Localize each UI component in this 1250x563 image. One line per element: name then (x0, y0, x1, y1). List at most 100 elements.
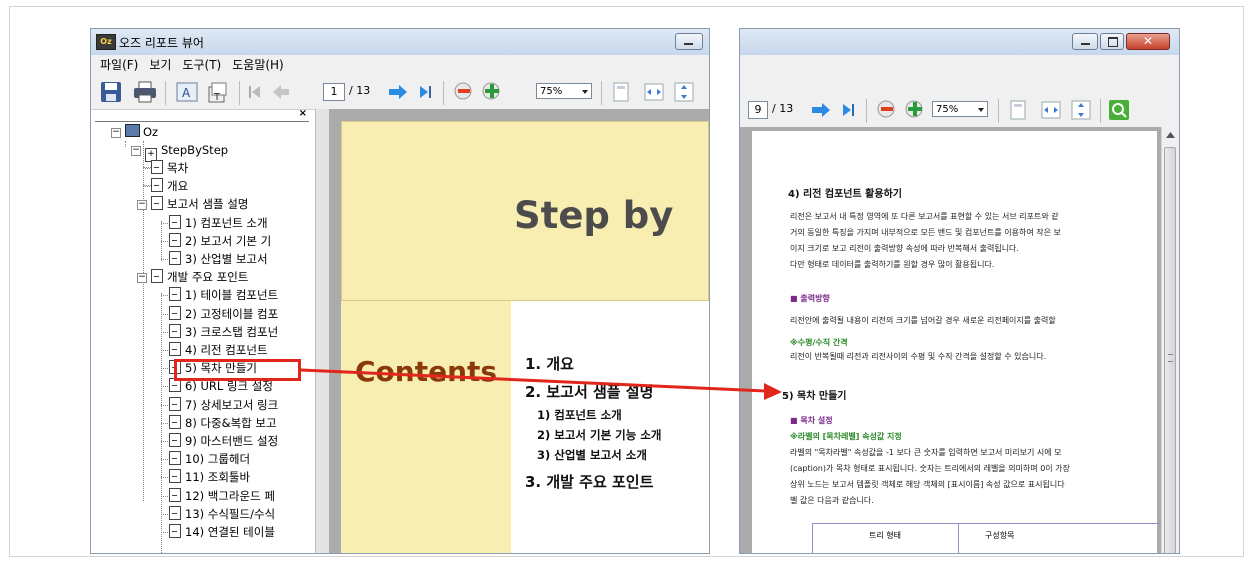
next-page-icon[interactable] (810, 101, 832, 119)
toolbar-separator (443, 81, 444, 105)
fit-all-icon[interactable] (673, 81, 695, 103)
tree-line (161, 368, 168, 370)
menu-file[interactable]: 파일(F) (100, 55, 138, 75)
tree-node-report[interactable]: − + StepByStep (131, 141, 229, 162)
vertical-scrollbar[interactable] (1161, 127, 1179, 553)
tree-item[interactable]: 2) 보고서 기본 기 (161, 232, 272, 250)
menu-tools[interactable]: 도구(T) (182, 55, 221, 75)
zoom-in-icon[interactable] (481, 81, 503, 103)
export-text-icon[interactable]: A (176, 81, 198, 103)
tree-item-label: 1) 컴포넌트 소개 (185, 215, 268, 230)
menu-help[interactable]: 도움말(H) (232, 55, 284, 75)
close-button[interactable]: ✕ (1126, 33, 1170, 50)
search-icon[interactable] (1108, 99, 1130, 121)
menu-bar: 파일(F) 보기 도구(T) 도움말(H) (91, 55, 709, 75)
tree-structure-table: 트리 형태 구성항목 (812, 523, 1162, 553)
tree-item[interactable]: 2) 고정테이블 컴포 (161, 305, 278, 323)
tree-item-label: 7) 상세보고서 링크 (185, 397, 279, 412)
menu-view[interactable]: 보기 (149, 55, 171, 75)
toc-entry[interactable]: 2) 보고서 기본 기능 소개 (537, 427, 662, 443)
document-icon (169, 414, 181, 429)
zoom-select[interactable]: 75% (536, 83, 592, 99)
print-icon[interactable] (133, 81, 157, 103)
document-icon (169, 305, 181, 320)
tree-line (161, 240, 168, 242)
scroll-up-icon[interactable] (1166, 132, 1175, 138)
tree-item[interactable]: 9) 마스터밴드 설정 (161, 432, 278, 450)
zoom-select[interactable]: 75% (932, 101, 988, 117)
fit-page-icon[interactable] (611, 81, 633, 103)
scrollbar-thumb[interactable] (1164, 147, 1176, 553)
document-icon (169, 524, 181, 538)
first-page-icon[interactable] (248, 83, 262, 101)
svg-text:T: T (213, 92, 221, 103)
tree-item[interactable]: 4) 리전 컴포넌트 (161, 341, 268, 359)
tree-item[interactable]: − 개발 주요 포인트 (137, 268, 248, 286)
tree-item[interactable]: 3) 크로스탭 컴포넌 (161, 323, 278, 341)
page-number-input[interactable]: 1 (323, 83, 345, 101)
report-page: Step by Contents 1. 개요 2. 보고서 샘플 설명 1) 컴… (341, 121, 709, 553)
tree-line (161, 441, 168, 442)
tree-item[interactable]: 3) 산업별 보고서 (161, 250, 268, 268)
body-text: 벨 값은 다음과 같습니다. (790, 496, 874, 505)
zoom-in-icon[interactable] (904, 99, 926, 121)
collapse-toggle-icon[interactable]: − (131, 146, 141, 156)
tree-item[interactable]: 1) 컴포넌트 소개 (161, 214, 268, 232)
document-icon (169, 396, 181, 411)
tree-item[interactable]: 14) 연결된 테이블 (161, 523, 275, 541)
page-number-input[interactable]: 9 (748, 101, 768, 119)
tree-node-root[interactable]: − Oz (111, 123, 158, 141)
tree-node-label: StepByStep (161, 143, 229, 157)
minimize-button[interactable] (1072, 33, 1098, 50)
toc-entry[interactable]: 3. 개발 주요 포인트 (525, 471, 653, 492)
next-page-icon[interactable] (387, 83, 409, 101)
toc-entry[interactable]: 2. 보고서 샘플 설명 (525, 381, 653, 402)
tree-line (161, 386, 168, 388)
tree-line (161, 222, 168, 224)
tree-item[interactable]: 7) 상세보고서 링크 (161, 396, 279, 414)
window-title: 오즈 리포트 뷰어 (119, 36, 204, 50)
body-text: (caption)가 목차 형태로 표시됩니다. 숫자는 트리에서의 레벨을 의… (790, 464, 1070, 473)
collapse-toggle-icon[interactable]: − (137, 273, 147, 284)
tree-item[interactable]: 개요 (143, 177, 188, 195)
zoom-out-icon[interactable] (876, 99, 898, 121)
tree-item[interactable]: − 보고서 샘플 설명 (137, 195, 248, 213)
title-bar: Oz 오즈 리포트 뷰어 (91, 29, 709, 55)
oz-viewer-window-left: Oz 오즈 리포트 뷰어 파일(F) 보기 도구(T) 도움말(H) A T 1 / … (90, 28, 710, 554)
toc-entry[interactable]: 1) 컴포넌트 소개 (537, 407, 622, 423)
fit-page-icon[interactable] (1008, 99, 1030, 121)
tree-item[interactable]: 12) 백그라운드 페 (161, 487, 275, 505)
tree-line (161, 532, 168, 533)
tree-line (125, 141, 126, 147)
tree-item[interactable]: 8) 다중&복합 보고 (161, 414, 277, 432)
zoom-out-icon[interactable] (453, 81, 475, 103)
fit-all-icon[interactable] (1070, 99, 1092, 121)
tree-item[interactable]: 11) 조회툴바 (161, 468, 250, 486)
save-icon[interactable] (100, 81, 122, 103)
close-panel-icon[interactable]: × (299, 108, 307, 119)
previous-page-icon[interactable] (271, 83, 291, 101)
last-page-icon[interactable] (841, 101, 855, 119)
maximize-button[interactable] (1100, 33, 1124, 50)
tree-item-label: 4) 리전 컴포넌트 (185, 343, 268, 357)
tree-item-label: 13) 수식필드/수식 (185, 506, 276, 521)
tree-item[interactable]: 목차 (143, 159, 188, 177)
tree-item[interactable]: 13) 수식필드/수식 (161, 505, 276, 523)
tree-line (143, 141, 144, 501)
collapse-toggle-icon[interactable]: − (111, 128, 121, 138)
table-divider (958, 524, 959, 553)
minimize-button[interactable] (675, 33, 703, 50)
panel-splitter[interactable] (315, 109, 330, 553)
subheading: ※수평/수직 간격 (790, 338, 848, 347)
toc-entry[interactable]: 3) 산업별 보고서 소개 (537, 447, 647, 463)
collapse-toggle-icon[interactable]: − (137, 200, 147, 211)
tree-item[interactable]: 10) 그룹헤더 (161, 450, 250, 468)
tree-item-label: 2) 보고서 기본 기 (185, 233, 272, 248)
export-document-icon[interactable]: T (206, 81, 228, 103)
last-page-icon[interactable] (418, 83, 432, 101)
fit-width-icon[interactable] (643, 81, 665, 103)
toc-entry[interactable]: 1. 개요 (525, 353, 574, 374)
document-icon (151, 178, 163, 193)
fit-width-icon[interactable] (1040, 99, 1062, 121)
tree-item[interactable]: 1) 테이블 컴포넌트 (161, 286, 278, 304)
